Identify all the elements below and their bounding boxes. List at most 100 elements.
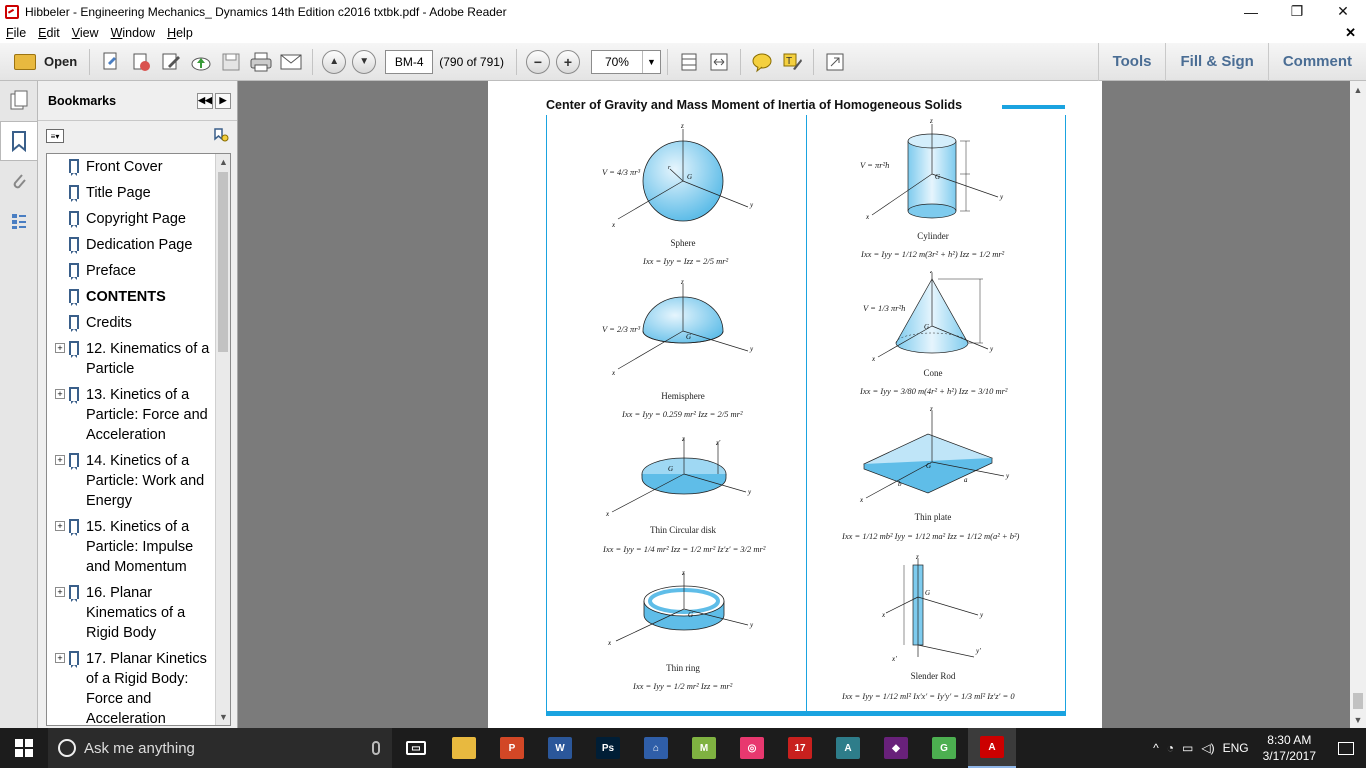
comment-pane-button[interactable]: Comment — [1267, 42, 1366, 81]
create-pdf-icon[interactable] — [98, 49, 124, 75]
taskbar-app-powerpoint[interactable]: P — [488, 728, 536, 768]
highlight-text-icon[interactable]: T — [779, 49, 805, 75]
fit-page-icon[interactable] — [676, 49, 702, 75]
expand-toggle-icon[interactable]: + — [55, 587, 65, 597]
taskbar-app-cleaner-app[interactable]: G — [920, 728, 968, 768]
bookmark-item[interactable]: +17. Planar Kinetics of a Rigid Body: Fo… — [47, 649, 214, 725]
separator — [515, 48, 517, 75]
menu-edit[interactable]: Edit — [32, 26, 66, 40]
zoom-in-button[interactable]: + — [555, 49, 580, 74]
pdf-page: Center of Gravity and Mass Moment of Ine… — [488, 81, 1102, 728]
find-bookmark-icon[interactable] — [213, 127, 229, 146]
taskbar-app-maple[interactable]: 17 — [776, 728, 824, 768]
open-button[interactable]: Open — [8, 48, 83, 76]
taskbar-app-visual-studio[interactable]: ◆ — [872, 728, 920, 768]
scroll-up-icon[interactable]: ▲ — [216, 154, 230, 170]
battery-icon[interactable]: ▭ — [1182, 741, 1193, 755]
task-view-icon: ▭ — [406, 741, 426, 755]
menu-help[interactable]: Help — [161, 26, 199, 40]
open-label: Open — [44, 54, 78, 69]
bookmark-item[interactable]: +15. Kinetics of a Particle: Impulse and… — [47, 517, 214, 577]
sphere-caption: Sphere — [670, 238, 696, 248]
scroll-down-icon[interactable]: ▼ — [216, 709, 230, 725]
taskbar-app-app-tower[interactable]: ⌂ — [632, 728, 680, 768]
edit-pdf-icon[interactable] — [158, 49, 184, 75]
zoom-value: 70% — [604, 54, 629, 69]
attachments-icon[interactable] — [0, 161, 38, 201]
save-icon[interactable] — [218, 49, 244, 75]
scroll-up-icon[interactable]: ▲ — [1350, 81, 1366, 98]
bookmark-item[interactable]: Front Cover — [47, 157, 214, 177]
options-menu-icon[interactable]: ≡▾ — [46, 129, 64, 143]
close-button[interactable]: ✕ — [1320, 0, 1366, 23]
sticky-note-icon[interactable] — [749, 49, 775, 75]
page-number-input[interactable]: BM-4 — [385, 49, 434, 74]
language-indicator[interactable]: ENG — [1223, 741, 1249, 755]
network-icon[interactable]: ◔ — [1167, 741, 1174, 755]
taskbar-app-file-explorer[interactable] — [440, 728, 488, 768]
taskbar-app-adobe-reader[interactable]: A — [968, 728, 1016, 768]
bookmark-item[interactable]: CONTENTS — [47, 287, 214, 307]
combine-files-icon[interactable] — [128, 49, 154, 75]
menu-window[interactable]: Window — [105, 26, 161, 40]
volume-icon[interactable]: ◁) — [1201, 741, 1214, 755]
taskbar-app-minitab[interactable]: M — [680, 728, 728, 768]
fill-sign-pane-button[interactable]: Fill & Sign — [1165, 42, 1267, 81]
expand-toggle-icon[interactable]: + — [55, 521, 65, 531]
minimize-button[interactable]: — — [1228, 0, 1274, 23]
scroll-thumb[interactable] — [218, 172, 228, 352]
taskbar-app-matlab-app[interactable]: A — [824, 728, 872, 768]
start-button[interactable] — [0, 728, 48, 768]
expand-toggle-icon[interactable]: + — [55, 389, 65, 399]
expand-icon[interactable] — [822, 49, 848, 75]
menu-view[interactable]: View — [66, 26, 105, 40]
bookmark-scrollbar[interactable]: ▲ ▼ — [215, 154, 230, 725]
bookmark-item[interactable]: +16. Planar Kinematics of a Rigid Body — [47, 583, 214, 643]
chevron-down-icon[interactable]: ▼ — [641, 50, 660, 73]
bookmark-item[interactable]: +12. Kinematics of a Particle — [47, 339, 214, 379]
taskbar-app-photoshop[interactable]: Ps — [584, 728, 632, 768]
zoom-out-button[interactable]: − — [525, 49, 550, 74]
taskbar-app-search-app[interactable]: ◎ — [728, 728, 776, 768]
next-page-button[interactable]: ▼ — [352, 49, 377, 74]
email-icon[interactable] — [278, 49, 304, 75]
print-icon[interactable] — [248, 49, 274, 75]
fit-width-icon[interactable] — [706, 49, 732, 75]
microphone-icon[interactable] — [372, 741, 380, 755]
previous-page-button[interactable]: ▲ — [322, 49, 347, 74]
bookmarks-icon[interactable] — [0, 121, 38, 161]
action-center-icon[interactable] — [1326, 728, 1366, 768]
document-view[interactable]: Center of Gravity and Mass Moment of Ine… — [238, 81, 1350, 728]
expand-panel-button[interactable]: ▶ — [215, 92, 231, 109]
bookmark-item[interactable]: Dedication Page — [47, 235, 214, 255]
bookmark-item[interactable]: Credits — [47, 313, 214, 333]
upload-cloud-icon[interactable] — [188, 49, 214, 75]
disk-caption: Thin Circular disk — [650, 525, 716, 535]
zoom-select[interactable]: 70% ▼ — [590, 49, 661, 74]
cleaner-app-icon: G — [932, 737, 956, 759]
expand-toggle-icon[interactable]: + — [55, 653, 65, 663]
scroll-thumb[interactable] — [1353, 693, 1363, 709]
collapse-panel-button[interactable]: ◀◀ — [197, 92, 213, 109]
expand-toggle-icon[interactable]: + — [55, 343, 65, 353]
bookmark-item[interactable]: Copyright Page — [47, 209, 214, 229]
close-document-button[interactable]: ✕ — [1345, 25, 1356, 41]
menu-file[interactable]: File — [0, 26, 32, 40]
clock[interactable]: 8:30 AM 3/17/2017 — [1263, 732, 1316, 764]
layers-icon[interactable] — [0, 201, 38, 241]
scroll-down-icon[interactable]: ▼ — [1350, 711, 1366, 728]
bookmark-item[interactable]: Preface — [47, 261, 214, 281]
restore-button[interactable]: ❐ — [1274, 0, 1320, 23]
cortana-search-box[interactable]: Ask me anything — [48, 728, 392, 768]
expand-toggle-icon[interactable]: + — [55, 455, 65, 465]
tools-pane-button[interactable]: Tools — [1097, 42, 1166, 81]
taskbar-app-word[interactable]: W — [536, 728, 584, 768]
page-thumbnails-icon[interactable] — [0, 81, 38, 121]
bookmark-item[interactable]: Title Page — [47, 183, 214, 203]
taskbar-app-task-view[interactable]: ▭ — [392, 728, 440, 768]
bookmark-item[interactable]: +14. Kinetics of a Particle: Work and En… — [47, 451, 214, 511]
document-scrollbar[interactable]: ▲ ▼ — [1350, 81, 1366, 728]
bookmark-item[interactable]: +13. Kinetics of a Particle: Force and A… — [47, 385, 214, 445]
show-hidden-icons-icon[interactable]: ^ — [1153, 741, 1159, 755]
navigation-pane — [0, 81, 38, 728]
